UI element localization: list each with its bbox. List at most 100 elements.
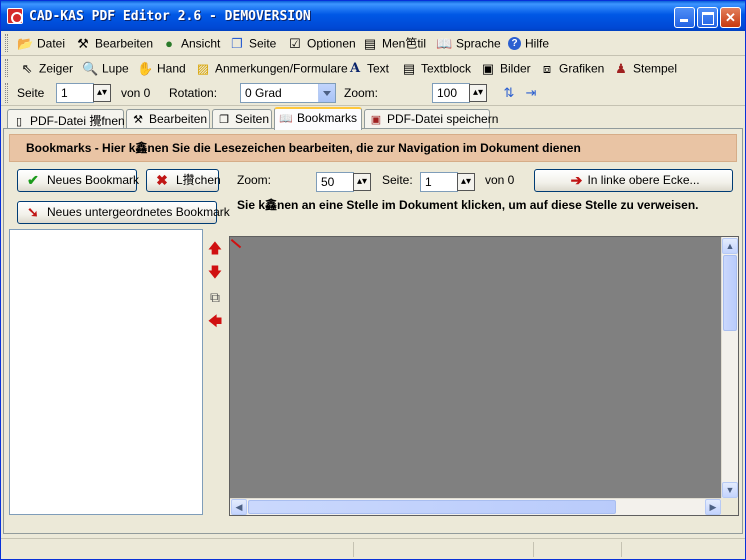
tool-stempel[interactable]: ♟ Stempel — [613, 59, 677, 78]
move-up-icon[interactable]: 🡅 — [206, 238, 224, 258]
menu-grip[interactable] — [5, 34, 8, 52]
bookmark-page-input[interactable]: 1 — [420, 172, 458, 192]
textblock-icon: ▤ — [402, 60, 416, 76]
move-down-icon[interactable]: 🡇 — [206, 262, 224, 282]
application-window: CAD-KAS PDF Editor 2.6 - DEMOVERSION ✕ 📂… — [0, 0, 746, 560]
app-logo-icon[interactable] — [7, 8, 23, 24]
page-number-input[interactable]: 1 — [56, 83, 94, 103]
arrow-right-icon: ➔ — [570, 172, 583, 188]
tool-textblock[interactable]: ▤ Textblock — [401, 59, 471, 78]
bookmark-zoom-spinner[interactable]: ▴▾ — [353, 173, 371, 191]
page-bar: Seite 1 ▴▾ von 0 Rotation: 0 Grad Zoom: … — [1, 80, 745, 106]
menu-bar: 📂 Datei ⚒ Bearbeiten ● Ansicht ❐ Seite ☑ Opti… — [1, 31, 745, 56]
close-button[interactable]: ✕ — [720, 7, 741, 28]
tab-seiten[interactable]: ❐ Seiten — [212, 109, 272, 129]
globe-icon: ● — [165, 35, 173, 51]
toolbar-grip[interactable] — [5, 59, 8, 77]
tab-pdf-oeffnen[interactable]: ▯ PDF-Datei 攪fnen — [7, 109, 125, 129]
tool-hand[interactable]: ✋ Hand — [137, 59, 186, 78]
tool-bilder[interactable]: ▣ Bilder — [480, 59, 531, 78]
tool-grafiken[interactable]: ⧈ Grafiken — [539, 59, 605, 78]
pagebar-grip[interactable] — [5, 83, 8, 103]
image-icon: ▣ — [481, 60, 495, 76]
book-icon: 📖 — [436, 35, 453, 51]
magnifier-icon: 🔍 — [82, 60, 99, 76]
maximize-button[interactable] — [697, 7, 718, 28]
menu-hilfe[interactable]: ? Hilfe — [508, 34, 549, 53]
scroll-up-icon[interactable]: ▲ — [722, 238, 738, 254]
minimize-button[interactable] — [674, 7, 695, 28]
help-icon: ? — [508, 37, 521, 51]
tool-anmerkungen[interactable]: ▨ Anmerkungen/Formulare — [195, 59, 348, 78]
tab-pdf-speichern[interactable]: ▣ PDF-Datei speichern — [364, 109, 498, 129]
bookmark-page-label: Seite: — [382, 173, 413, 187]
fit-page-icon[interactable]: ⇅ — [500, 83, 518, 103]
status-separator — [353, 542, 354, 557]
tools-icon: ⚒ — [133, 114, 143, 126]
rotation-label: Rotation: — [169, 86, 218, 100]
status-separator — [621, 542, 622, 557]
page-count-label: von 0 — [121, 86, 151, 100]
status-separator — [533, 542, 534, 557]
tool-zeiger[interactable]: ⇖ Zeiger — [19, 59, 73, 78]
top-left-corner-button[interactable]: ➔ In linke obere Ecke... — [534, 169, 733, 192]
position-marker-icon — [230, 239, 242, 249]
save-icon: ▣ — [370, 114, 382, 126]
tab-bearbeiten[interactable]: ⚒ Bearbeiten — [126, 109, 210, 129]
fit-width-icon[interactable]: ⇥ — [522, 83, 540, 103]
bookmark-page-spinner[interactable]: ▴▾ — [457, 173, 475, 191]
window-title: CAD-KAS PDF Editor 2.6 - DEMOVERSION — [29, 9, 311, 24]
scroll-right-icon[interactable]: ▶ — [705, 499, 721, 515]
scroll-corner — [721, 498, 738, 515]
status-bar — [1, 538, 745, 559]
bookmark-list[interactable] — [9, 229, 203, 515]
menu-seite[interactable]: ❐ Seite — [229, 34, 276, 53]
title-bar[interactable]: CAD-KAS PDF Editor 2.6 - DEMOVERSION ✕ — [1, 1, 745, 31]
new-bookmark-button[interactable]: ✔ Neues Bookmark — [17, 169, 139, 192]
checkmark-icon: ✔ — [27, 172, 39, 188]
menu-sprache[interactable]: 📖 Sprache — [436, 34, 501, 53]
hand-icon: ✋ — [137, 60, 154, 76]
tools-icon: ⚒ — [77, 35, 89, 51]
zoom-input[interactable]: 100 — [432, 83, 470, 103]
file-icon: ▯ — [15, 116, 23, 128]
menu-bearbeiten[interactable]: ⚒ Bearbeiten — [75, 34, 153, 53]
vertical-scrollbar[interactable]: ▲ ▼ — [721, 237, 738, 499]
bookmark-zoom-input[interactable]: 50 — [316, 172, 354, 192]
arrow-down-right-icon: ➘ — [27, 204, 39, 220]
bookmark-zoom-label: Zoom: — [237, 173, 272, 187]
annotation-icon: ▨ — [196, 60, 210, 76]
text-icon: A — [349, 60, 361, 76]
document-preview[interactable]: ▲ ▼ ◀ ▶ — [229, 236, 739, 516]
tab-bookmarks[interactable]: 📖 Bookmarks — [274, 107, 362, 130]
horizontal-scrollbar[interactable]: ◀ ▶ — [230, 498, 722, 515]
tool-lupe[interactable]: 🔍 Lupe — [82, 59, 129, 78]
pages-icon: ❐ — [219, 114, 229, 126]
tab-strip: ▯ PDF-Datei 攪fnen ⚒ Bearbeiten ❐ Seiten 📖 Bo… — [1, 107, 745, 130]
checklist-icon: ☑ — [289, 35, 301, 51]
menu-menuetitel[interactable]: ▤ Men笆til — [362, 34, 426, 53]
seite-label: Seite — [17, 86, 45, 100]
menu-ansicht[interactable]: ● Ansicht — [161, 34, 220, 53]
tool-text[interactable]: A Text — [347, 59, 389, 78]
menu-datei[interactable]: 📂 Datei — [17, 34, 65, 53]
bookmark-page-count: von 0 — [485, 173, 515, 187]
book-icon: 📖 — [279, 113, 293, 125]
pointer-icon: ⇖ — [21, 60, 33, 76]
page-spinner[interactable]: ▴▾ — [93, 84, 111, 102]
bookmarks-banner: Bookmarks - Hier k鑫nen Sie die Lesezeich… — [9, 134, 737, 162]
scroll-down-icon[interactable]: ▼ — [722, 482, 738, 498]
scroll-left-icon[interactable]: ◀ — [231, 499, 247, 515]
rotation-dropdown-icon[interactable] — [318, 84, 335, 102]
bookmark-hint-text: Sie k鑫nen an eine Stelle im Dokument kli… — [237, 198, 699, 212]
horizontal-scroll-thumb[interactable] — [248, 500, 616, 514]
copy-icon[interactable]: ⧉ — [206, 287, 224, 307]
new-child-bookmark-button[interactable]: ➘ Neues untergeordnetes Bookmark — [17, 201, 230, 224]
tool-bar: ⇖ Zeiger 🔍 Lupe ✋ Hand ▨ Anmerkungen/Formula… — [1, 56, 745, 81]
zoom-spinner[interactable]: ▴▾ — [469, 84, 487, 102]
folder-open-icon: 📂 — [17, 35, 34, 51]
move-left-icon[interactable]: 🡄 — [206, 311, 224, 331]
menu-optionen[interactable]: ☑ Optionen — [287, 34, 356, 53]
delete-bookmark-button[interactable]: ✖ L攢chen — [146, 169, 221, 192]
vertical-scroll-thumb[interactable] — [723, 255, 737, 331]
